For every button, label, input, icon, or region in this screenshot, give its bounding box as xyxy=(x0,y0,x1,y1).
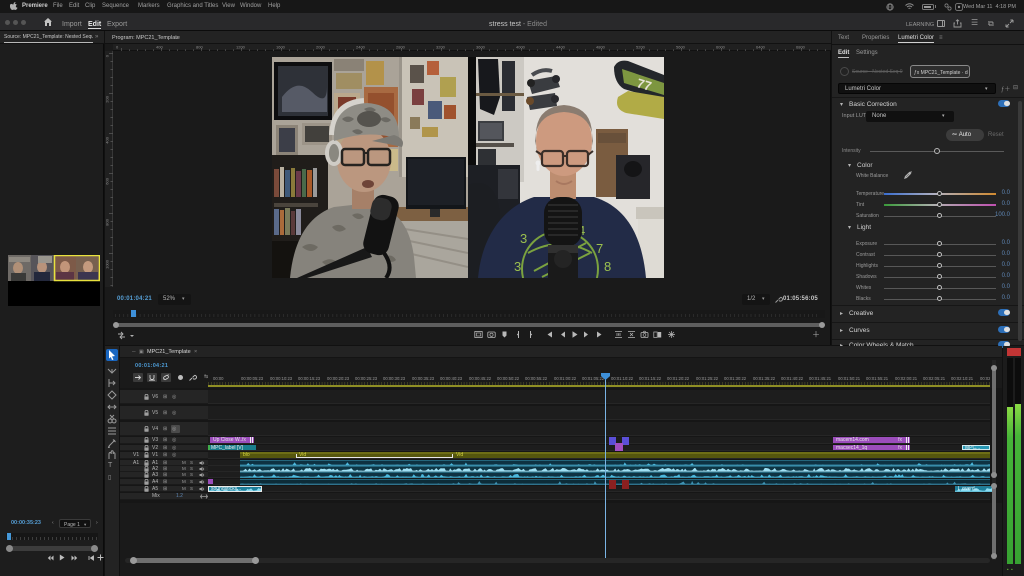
svg-text:400: 400 xyxy=(156,45,163,50)
svg-text:00:01:35:22: 00:01:35:22 xyxy=(753,376,776,381)
svg-text:00:00:55:22: 00:00:55:22 xyxy=(525,376,548,381)
svg-text:6000: 6000 xyxy=(716,45,726,50)
svg-text:2000: 2000 xyxy=(316,45,326,50)
svg-text:2400: 2400 xyxy=(356,45,366,50)
svg-text:3: 3 xyxy=(520,231,527,246)
svg-text:00:01:15:22: 00:01:15:22 xyxy=(639,376,662,381)
svg-text:7: 7 xyxy=(596,241,603,256)
svg-text:00:00:35:23: 00:00:35:23 xyxy=(412,376,435,381)
svg-text:4800: 4800 xyxy=(596,45,606,50)
svg-text:0: 0 xyxy=(105,54,110,57)
svg-text:00:00:50:22: 00:00:50:22 xyxy=(497,376,520,381)
svg-text:00:00:25:23: 00:00:25:23 xyxy=(355,376,378,381)
svg-text:200: 200 xyxy=(105,95,110,102)
svg-text:00:01:50:21: 00:01:50:21 xyxy=(838,376,861,381)
svg-text:00:01:00:22: 00:01:00:22 xyxy=(554,376,577,381)
svg-text:3: 3 xyxy=(514,259,521,274)
svg-text:00:01:25:22: 00:01:25:22 xyxy=(696,376,719,381)
svg-text:00:01:40:22: 00:01:40:22 xyxy=(781,376,804,381)
svg-text:1000: 1000 xyxy=(105,259,110,269)
svg-text:00:00: 00:00 xyxy=(213,376,224,381)
svg-text:00:00:15:23: 00:00:15:23 xyxy=(298,376,321,381)
svg-text:00:02:10:21: 00:02:10:21 xyxy=(951,376,974,381)
svg-text:6800: 6800 xyxy=(796,45,806,50)
svg-text:800: 800 xyxy=(105,218,110,225)
svg-text:00:02:15:21: 00:02:15:21 xyxy=(980,376,990,381)
svg-text:5200: 5200 xyxy=(636,45,646,50)
svg-text:6400: 6400 xyxy=(756,45,766,50)
svg-text:00:01:30:22: 00:01:30:22 xyxy=(724,376,747,381)
svg-text:3600: 3600 xyxy=(476,45,486,50)
svg-text:3200: 3200 xyxy=(436,45,446,50)
svg-text:1200: 1200 xyxy=(236,45,246,50)
svg-text:00:00:45:22: 00:00:45:22 xyxy=(469,376,492,381)
svg-text:4000: 4000 xyxy=(516,45,526,50)
svg-text:00:01:45:21: 00:01:45:21 xyxy=(809,376,832,381)
svg-text:00:01:10:22: 00:01:10:22 xyxy=(611,376,634,381)
svg-text:00:01:20:22: 00:01:20:22 xyxy=(667,376,690,381)
svg-text:5600: 5600 xyxy=(676,45,686,50)
svg-text:4400: 4400 xyxy=(556,45,566,50)
svg-text:00:02:05:21: 00:02:05:21 xyxy=(923,376,946,381)
svg-text:00:02:00:21: 00:02:00:21 xyxy=(895,376,918,381)
svg-text:400: 400 xyxy=(105,136,110,143)
svg-text:2800: 2800 xyxy=(396,45,406,50)
svg-text:00:00:20:23: 00:00:20:23 xyxy=(327,376,350,381)
svg-text:00:00:30:23: 00:00:30:23 xyxy=(383,376,406,381)
svg-text:0: 0 xyxy=(116,45,119,50)
svg-text:00:00:40:23: 00:00:40:23 xyxy=(440,376,463,381)
svg-text:600: 600 xyxy=(105,177,110,184)
svg-text:00:00:05:23: 00:00:05:23 xyxy=(241,376,264,381)
svg-text:00:01:05:22: 00:01:05:22 xyxy=(582,376,605,381)
svg-text:00:01:55:21: 00:01:55:21 xyxy=(866,376,889,381)
svg-text:800: 800 xyxy=(196,45,203,50)
svg-text:00:00:10:23: 00:00:10:23 xyxy=(270,376,293,381)
svg-text:8: 8 xyxy=(604,259,611,274)
svg-text:1600: 1600 xyxy=(276,45,286,50)
